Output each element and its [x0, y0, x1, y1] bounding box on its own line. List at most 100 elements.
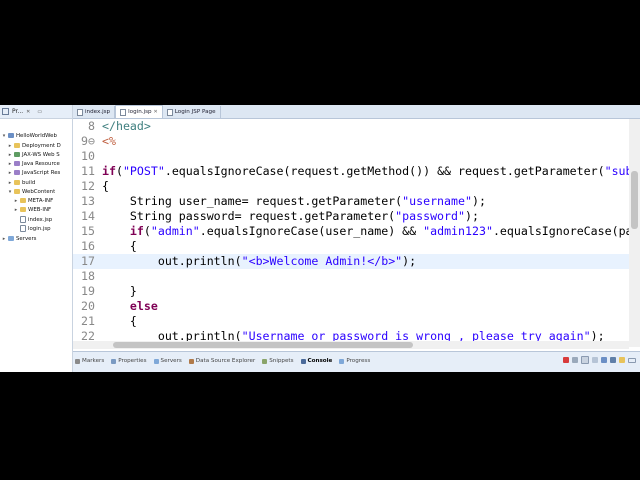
- code-line: 10: [73, 149, 629, 164]
- tree-item[interactable]: ▸ JavaScript Res: [8, 168, 61, 177]
- tree-item[interactable]: ▸ WEB-INF: [14, 205, 51, 214]
- expander-icon[interactable]: ▸: [8, 180, 12, 186]
- horizontal-scroll-thumb[interactable]: [113, 342, 413, 348]
- panel-tab-console[interactable]: Console: [300, 358, 333, 364]
- lib-icon: [14, 170, 20, 175]
- close-tab-icon[interactable]: ✕: [154, 109, 158, 115]
- tree-item[interactable]: ▸ build: [8, 178, 36, 187]
- code-line: 12 {: [73, 179, 629, 194]
- expander-icon[interactable]: ▸: [14, 198, 18, 204]
- expander-icon[interactable]: ▸: [14, 207, 18, 213]
- scroll-lock-icon[interactable]: [592, 357, 598, 363]
- code-text: </head>: [102, 119, 151, 133]
- tree-item[interactable]: ▾ HelloWorldWeb: [2, 131, 57, 140]
- panel-tab-data-source-explorer[interactable]: Data Source Explorer: [188, 358, 255, 364]
- tree-item[interactable]: index.jsp: [14, 215, 52, 224]
- tree-item-label: META-INF: [28, 197, 54, 204]
- display-console-icon[interactable]: [610, 357, 616, 363]
- close-icon[interactable]: ✕: [26, 109, 30, 115]
- code-line: 17 out.println("<b>Welcome Admin!</b>");: [73, 254, 629, 269]
- line-number: 17: [81, 254, 95, 268]
- folder-icon: [20, 198, 26, 203]
- project-explorer: Pr... ✕ ▭ ▾ HelloWorldWeb ▸ Deployment D ▸ JA…: [0, 105, 73, 372]
- remove-launch-icon[interactable]: [572, 357, 578, 363]
- line-number: 15: [81, 224, 95, 238]
- line-number: 19: [81, 284, 95, 298]
- lib-icon: [14, 161, 20, 166]
- vertical-scrollbar[interactable]: [629, 119, 640, 347]
- expander-icon[interactable]: ▾: [8, 189, 12, 195]
- data-source-explorer-icon: [188, 358, 194, 364]
- servers-icon: [153, 358, 159, 364]
- code-line: 9⊖ <%: [73, 134, 629, 149]
- tree-item[interactable]: ▸ Deployment D: [8, 141, 61, 150]
- properties-icon: [111, 358, 117, 364]
- tree-item[interactable]: login.jsp: [14, 224, 51, 233]
- panel-tab-snippets[interactable]: Snippets: [262, 358, 294, 364]
- tree-item-label: login.jsp: [28, 225, 51, 232]
- panel-tab-servers[interactable]: Servers: [153, 358, 182, 364]
- pin-console-icon[interactable]: [601, 357, 607, 363]
- tree-item[interactable]: ▸ JAX-WS Web S: [8, 150, 60, 159]
- horizontal-scrollbar[interactable]: [73, 341, 629, 349]
- code-line: 11 if("POST".equalsIgnoreCase(request.get…: [73, 164, 629, 179]
- tree-item-label: index.jsp: [28, 216, 53, 223]
- code-text: {: [102, 239, 137, 253]
- expander-icon[interactable]: ▸: [8, 143, 12, 149]
- project-icon: [8, 133, 14, 138]
- line-number: 12: [81, 179, 95, 193]
- editor-tab-label: Login JSP Page: [174, 109, 216, 115]
- code-editor[interactable]: 8 </head> 9⊖ <% 10 11 if("POST".equalsIgnoreCa…: [73, 119, 629, 347]
- browser-page-icon: [166, 108, 173, 116]
- code-text: if("POST".equalsIgnoreCase(request.getMe…: [102, 164, 629, 178]
- code-text: <%: [102, 134, 116, 148]
- tree-item[interactable]: ▾ WebContent: [8, 187, 55, 196]
- jax-icon: [14, 152, 20, 157]
- expander-icon[interactable]: ▸: [2, 236, 6, 242]
- vertical-scroll-thumb[interactable]: [631, 171, 638, 229]
- line-number: 18: [81, 269, 95, 283]
- panel-tab-markers[interactable]: Markers: [75, 358, 104, 364]
- panel-tab-label: Markers: [82, 358, 105, 364]
- project-explorer-icon: [2, 108, 9, 115]
- code-text: if("admin".equalsIgnoreCase(user_name) &…: [129, 224, 629, 238]
- line-number: 14: [81, 209, 95, 223]
- code-text: }: [102, 284, 137, 298]
- tree-item[interactable]: ▸ Servers: [2, 234, 37, 243]
- code-text: else: [129, 299, 158, 313]
- minimize-icon[interactable]: [628, 357, 636, 363]
- editor-tab[interactable]: login.jsp ✕: [115, 105, 163, 118]
- tree-item-label: JavaScript Res: [22, 169, 61, 176]
- expander-icon[interactable]: ▸: [8, 161, 12, 167]
- expander-icon[interactable]: ▾: [2, 133, 6, 139]
- editor-tabs: index.jsp login.jsp ✕ Login JSP Page: [73, 105, 640, 119]
- markers-icon: [75, 358, 80, 364]
- tree-item[interactable]: ▸ META-INF: [14, 196, 53, 205]
- line-number: 9⊖: [81, 134, 95, 148]
- expander-icon[interactable]: ▸: [8, 170, 12, 176]
- tree-item-label: WEB-INF: [28, 206, 52, 213]
- minimize-icon[interactable]: ▭: [37, 109, 42, 115]
- code-line: 19 }: [73, 284, 629, 299]
- editor-tab[interactable]: index.jsp: [73, 106, 116, 118]
- terminate-icon[interactable]: [563, 357, 569, 363]
- editor-tab[interactable]: Login JSP Page: [163, 106, 221, 118]
- clear-console-icon[interactable]: [581, 356, 589, 364]
- tree-item-label: WebContent: [22, 188, 56, 195]
- project-explorer-tab[interactable]: Pr... ✕ ▭: [0, 105, 72, 119]
- open-console-icon[interactable]: [619, 357, 625, 363]
- folder-icon: [14, 143, 20, 148]
- snippets-icon: [262, 358, 268, 364]
- code-line: 18: [73, 269, 629, 284]
- editor-tab-label: index.jsp: [85, 109, 111, 115]
- code-line: 15 if("admin".equalsIgnoreCase(user_name…: [73, 224, 629, 239]
- progress-icon: [339, 358, 345, 364]
- panel-tab-progress[interactable]: Progress: [339, 358, 370, 364]
- tree-item[interactable]: ▸ Java Resource: [8, 159, 60, 168]
- panel-tab-label: Console: [307, 358, 333, 364]
- code-text: out.println("<b>Welcome Admin!</b>");: [102, 254, 417, 268]
- folder-icon: [14, 180, 20, 185]
- panel-tab-properties[interactable]: Properties: [111, 358, 147, 364]
- expander-icon[interactable]: ▸: [8, 152, 12, 158]
- line-number: 13: [81, 194, 95, 208]
